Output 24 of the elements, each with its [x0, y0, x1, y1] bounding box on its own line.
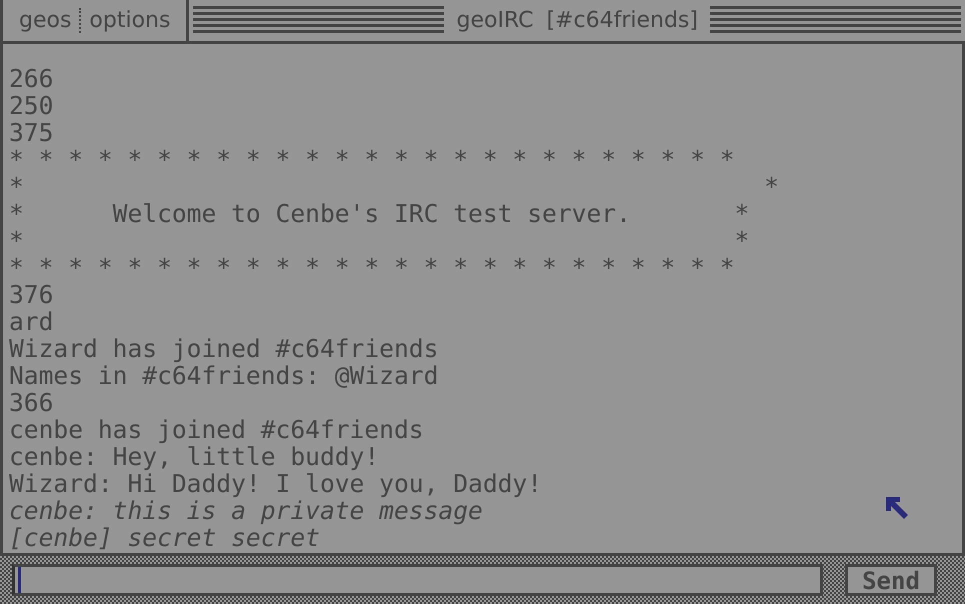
chat-line: Wizard: Hi Daddy! I love you, Daddy!: [9, 470, 542, 497]
menu-item[interactable]: options: [79, 8, 178, 33]
chat-line: 375: [9, 119, 54, 146]
private-message: [cenbe] secret secret: [9, 524, 320, 551]
window-title: geoIRC [#c64friends]: [456, 8, 698, 33]
chat-line: cenbe: Hey, little buddy!: [9, 443, 380, 470]
chat-line: * Welcome to Cenbe's IRC test server. *: [9, 200, 750, 227]
chat-line: Names in #c64friends: @Wizard: [9, 362, 438, 389]
chat-line: * * * * * * * * * * * * * * * * * * * * * * * * *: [9, 146, 735, 173]
message-input[interactable]: [12, 564, 823, 596]
chat-line: * * * * * * * * * * * * * * * * * * * * * * * * *: [9, 254, 735, 281]
chat-line: 376: [9, 281, 54, 308]
menu-item[interactable]: geos: [11, 8, 80, 33]
chat-line: cenbe has joined #c64friends: [9, 416, 424, 443]
chat-line: Wizard has joined #c64friends: [9, 335, 438, 362]
chat-line: 250: [9, 92, 54, 119]
chat-line: * *: [9, 173, 779, 200]
chat-line: ard: [9, 308, 54, 335]
chat-line: * *: [9, 227, 750, 254]
mouse-pointer-icon: [884, 495, 910, 521]
chat-line: 266: [9, 65, 54, 92]
chat-line: 366: [9, 389, 54, 416]
send-button[interactable]: Send: [845, 564, 937, 596]
private-message: cenbe: this is a private message: [9, 497, 483, 524]
